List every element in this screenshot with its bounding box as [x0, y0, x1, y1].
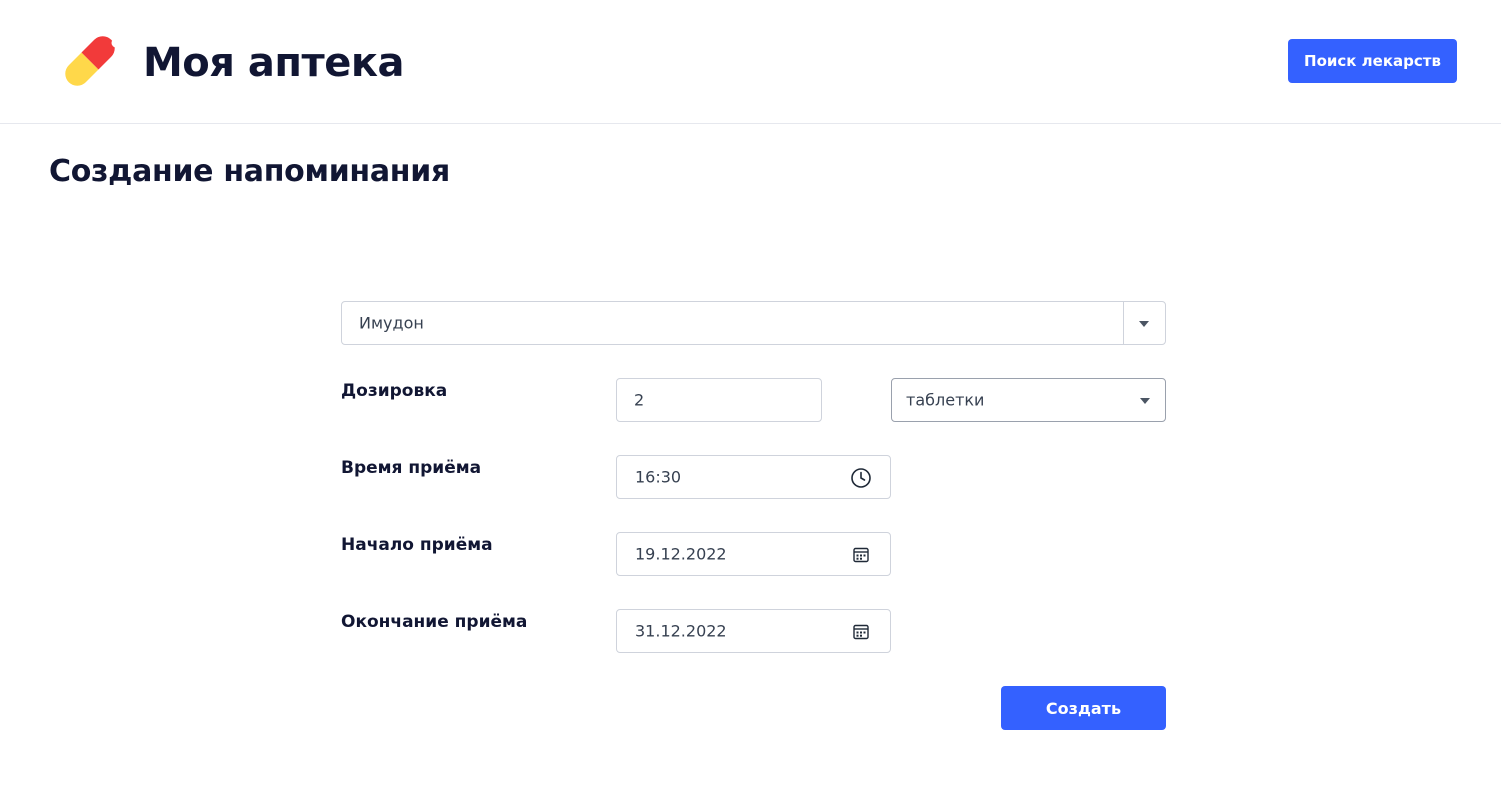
pill-icon — [50, 22, 130, 100]
dosage-unit-select[interactable]: таблетки — [891, 378, 1166, 422]
intake-time-label: Время приёма — [341, 458, 482, 478]
app-title: Моя аптека — [143, 40, 404, 86]
clock-icon[interactable] — [850, 467, 872, 489]
calendar-icon[interactable] — [850, 621, 872, 643]
medicine-select-value: Имудон — [359, 313, 424, 333]
intake-time-value: 16:30 — [635, 467, 682, 487]
dosage-amount-value: 2 — [634, 390, 645, 410]
medicine-select[interactable]: Имудон — [341, 301, 1166, 345]
end-date-input[interactable]: 31.12.2022 — [616, 609, 891, 653]
dosage-amount-input[interactable]: 2 — [616, 378, 822, 422]
start-date-input[interactable]: 19.12.2022 — [616, 532, 891, 576]
start-date-value: 19.12.2022 — [635, 544, 727, 564]
end-date-label: Окончание приёма — [341, 612, 528, 632]
end-date-value: 31.12.2022 — [635, 621, 727, 641]
start-date-label: Начало приёма — [341, 535, 493, 555]
page-title: Создание напоминания — [49, 154, 450, 189]
caret-down-icon — [1140, 398, 1150, 404]
dosage-label: Дозировка — [341, 381, 448, 401]
create-button[interactable]: Создать — [1001, 686, 1166, 730]
caret-down-icon[interactable] — [1139, 321, 1149, 327]
calendar-icon[interactable] — [850, 544, 872, 566]
dosage-unit-value: таблетки — [906, 390, 985, 410]
app-header: Моя аптека Поиск лекарств — [0, 0, 1501, 124]
search-medicines-button[interactable]: Поиск лекарств — [1288, 39, 1457, 83]
select-divider — [1123, 302, 1124, 344]
intake-time-input[interactable]: 16:30 — [616, 455, 891, 499]
